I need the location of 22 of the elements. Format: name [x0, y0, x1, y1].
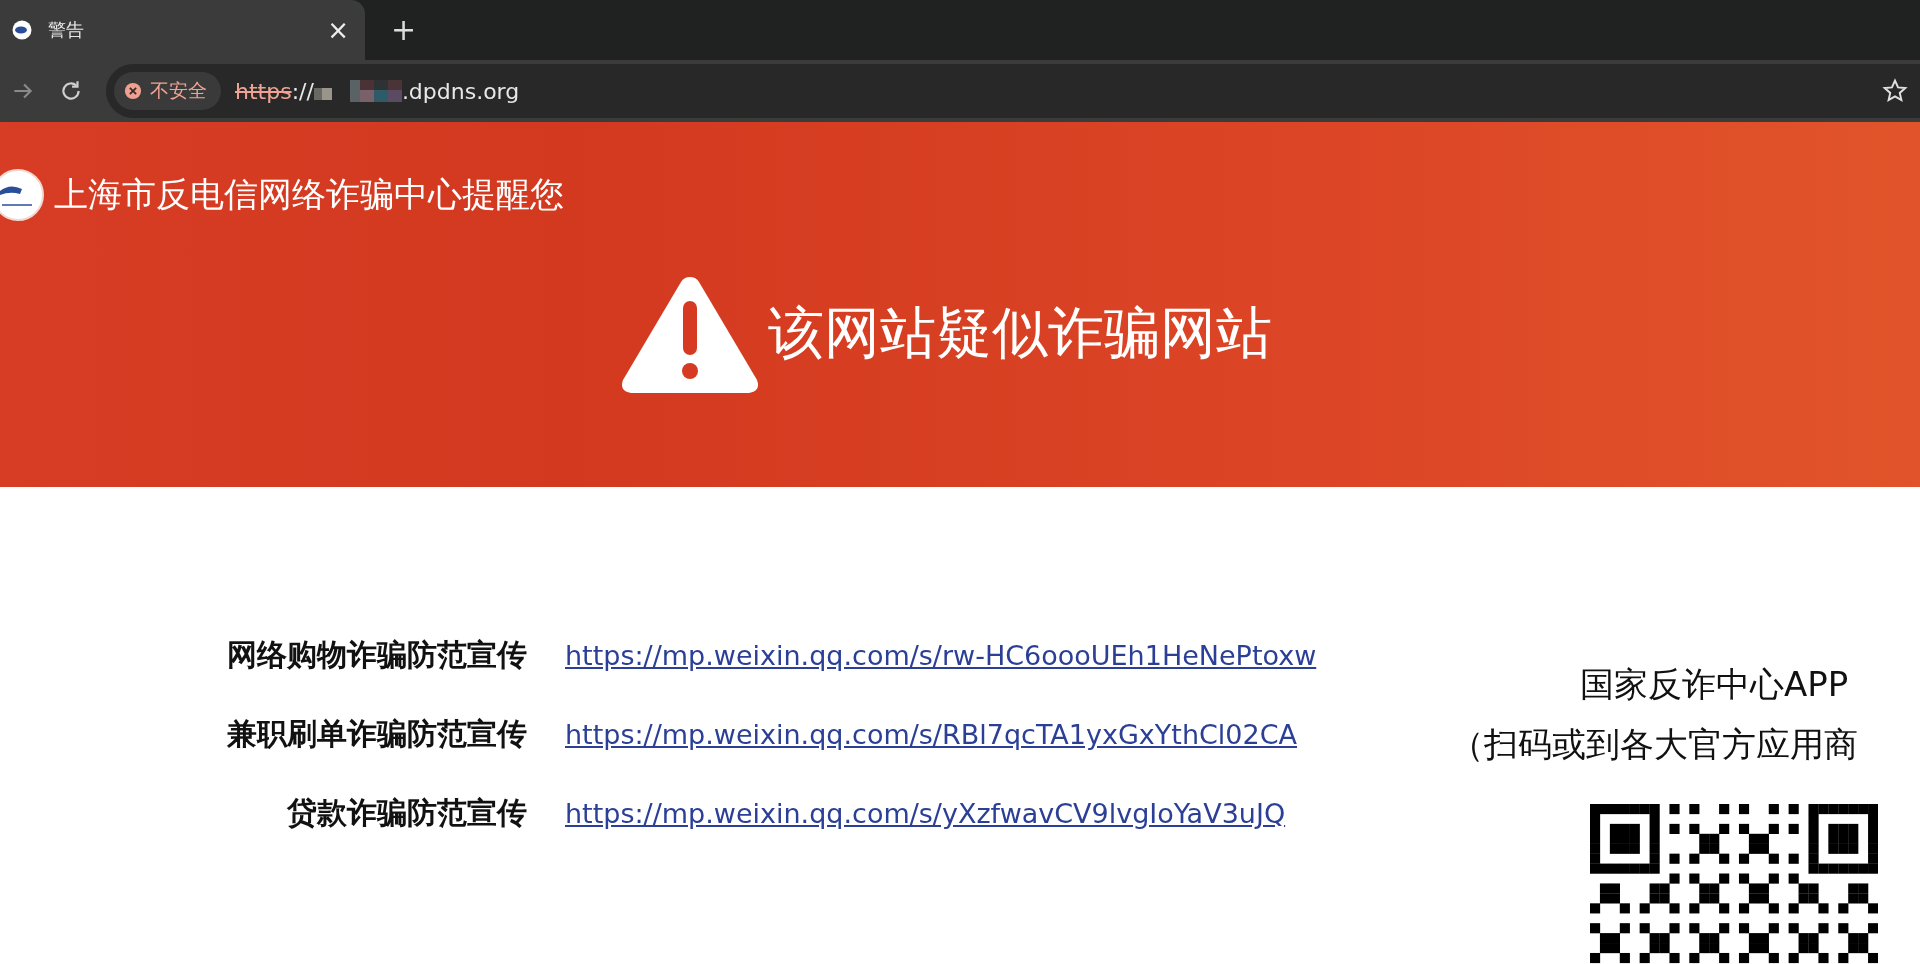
error-icon [124, 82, 142, 101]
url-scheme: https [235, 78, 292, 104]
not-secure-chip[interactable]: 不安全 [114, 72, 221, 111]
link-label: 网络购物诈骗防范宣传 [226, 636, 527, 674]
article-link[interactable]: https://mp.weixin.qq.com/s/RBl7qcTA1yxGxYthCl02CA [565, 719, 1298, 750]
article-link[interactable]: https://mp.weixin.qq.com/s/yXzfwavCV9lvgIoYaV3uJQ [565, 798, 1286, 829]
new-tab-button[interactable]: + [385, 14, 423, 46]
article-link[interactable]: https://mp.weixin.qq.com/s/rw-HC6oooUEh1HeNePtoxw [565, 640, 1317, 671]
app-title: 国家反诈中心APP [1580, 663, 1849, 706]
close-tab-button[interactable]: × [323, 17, 353, 43]
tab-title: 警告 [48, 18, 85, 42]
url-separator: :// [291, 78, 314, 104]
browser-tab[interactable]: 警告 × [0, 0, 365, 60]
link-label: 贷款诈骗防范宣传 [286, 794, 527, 832]
center-heading: 上海市反电信网络诈骗中心提醒您 [54, 173, 564, 217]
link-label: 兼职刷单诈骗防范宣传 [226, 715, 527, 753]
warning-title: 该网站疑似诈骗网站 [768, 299, 1272, 368]
address-bar[interactable]: 不安全 https:// .dpdns.org [106, 64, 1920, 119]
bookmark-star-icon[interactable] [1882, 78, 1908, 105]
app-note: （扫码或到各大官方应用商 [1450, 723, 1858, 766]
url-domain: .dpdns.org [401, 78, 521, 104]
not-secure-label: 不安全 [150, 78, 207, 104]
